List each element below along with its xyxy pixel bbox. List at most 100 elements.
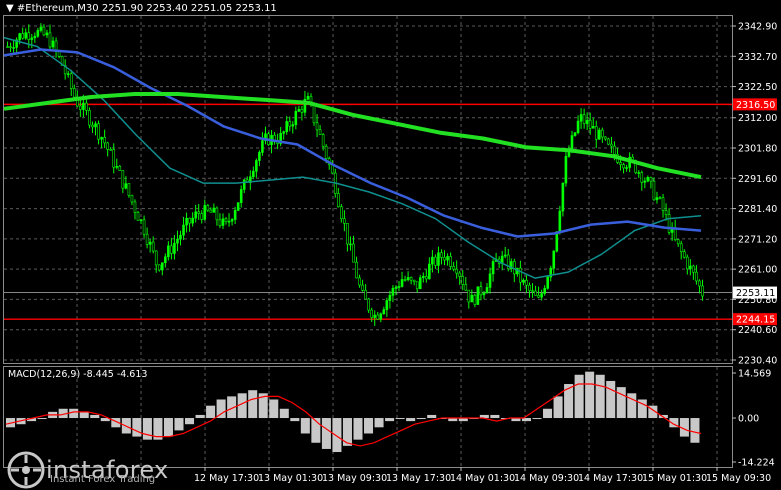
candle-body: [488, 273, 492, 288]
y-tick-label: 2240.60: [738, 325, 777, 336]
candle-body: [242, 179, 246, 190]
candle-body: [306, 96, 310, 100]
candle-body: [82, 102, 85, 110]
candle-body: [127, 183, 131, 196]
candle-body: [443, 257, 446, 261]
candle-body: [470, 294, 474, 303]
candle-body: [546, 276, 550, 289]
candle-body: [607, 138, 610, 145]
dropdown-arrow-icon[interactable]: ▼: [6, 3, 14, 14]
candle-body: [72, 88, 76, 98]
candle-body: [258, 152, 261, 161]
candle-body: [148, 241, 152, 245]
candle-body: [534, 290, 537, 296]
candle-body: [667, 214, 671, 233]
candle-body: [455, 268, 458, 274]
symbol-timeframe: #Ethereum,M30: [16, 3, 99, 14]
candle-body: [540, 293, 543, 298]
candle-body: [297, 109, 301, 112]
macd-histogram-bar: [269, 399, 279, 419]
candle-body: [573, 132, 577, 136]
price-tag-label: 2316.50: [736, 100, 775, 111]
macd-histogram-bar: [395, 418, 405, 420]
candle-body: [479, 286, 483, 296]
candle-body: [476, 286, 480, 305]
macd-histogram-bar: [532, 418, 542, 420]
candle-body: [124, 183, 128, 189]
candle-body: [200, 213, 204, 220]
macd-histogram-bar: [543, 408, 553, 419]
candle-body: [676, 239, 680, 245]
price-chart: 2342.90 2332.70 2322.50 2312.00 2301.80 2291.…: [3, 15, 777, 484]
macd-histogram-bar: [195, 414, 205, 419]
macd-histogram-bar: [290, 418, 300, 422]
candle-body: [215, 207, 219, 221]
candle-body: [473, 294, 477, 305]
macd-histogram-bar: [37, 418, 47, 420]
candle-body: [294, 111, 298, 125]
candle-body: [21, 33, 24, 39]
candle-body: [109, 149, 112, 151]
ohlc-values: 2251.90 2253.40 2251.05 2253.11: [101, 3, 277, 14]
candle-body: [591, 126, 595, 129]
ma-fast-line: [3, 36, 702, 279]
y-tick-label: 2230.40: [738, 356, 777, 367]
macd-histogram-bar: [79, 411, 89, 419]
candle-body: [97, 123, 100, 140]
candle-body: [12, 47, 15, 49]
candle-body: [154, 250, 158, 266]
candle-body: [561, 182, 565, 212]
candle-body: [282, 131, 285, 134]
candle-body: [24, 32, 28, 39]
candle-body: [337, 193, 340, 208]
candle-body: [412, 279, 416, 283]
candle-body: [312, 104, 316, 124]
candle-body: [315, 122, 319, 131]
candle-body: [157, 264, 161, 271]
macd-histogram-bar: [332, 418, 342, 453]
candle-body: [679, 243, 683, 253]
y-tick-label: 2291.60: [738, 174, 777, 185]
candle-body: [39, 26, 43, 31]
candle-body: [686, 256, 689, 270]
y-tick-label: 2342.90: [738, 22, 777, 33]
candle-body: [349, 243, 352, 246]
candle-body: [324, 145, 328, 159]
macd-histogram-bar: [216, 399, 226, 419]
candle-body: [160, 262, 164, 271]
candle-body: [224, 218, 228, 222]
x-tick-label: 14 May 17:30: [578, 473, 643, 484]
y-tick-label: 2332.70: [738, 52, 777, 63]
candle-body: [418, 277, 422, 290]
candle-body: [425, 276, 428, 280]
candle-body: [48, 32, 52, 48]
x-tick-label: 13 May 17:30: [386, 473, 451, 484]
candle-body: [88, 110, 91, 126]
candle-body: [695, 271, 698, 282]
candle-body: [9, 46, 12, 48]
candle-body: [170, 245, 173, 254]
candle-body: [91, 124, 94, 128]
candle-body: [27, 32, 31, 40]
candle-body: [79, 105, 82, 110]
candle-body: [136, 212, 140, 221]
y-tick-label: 2261.00: [738, 265, 777, 276]
candle-body: [601, 129, 604, 138]
candle-body: [133, 201, 137, 213]
candle-body: [33, 35, 37, 39]
candle-body: [379, 313, 383, 320]
candle-body: [543, 288, 546, 294]
candle-body: [579, 114, 583, 122]
candle-body: [376, 314, 380, 320]
candle-body: [288, 121, 292, 127]
candle-body: [646, 177, 650, 182]
candle-body: [661, 197, 665, 211]
candle-body: [164, 256, 167, 264]
candle-body: [191, 217, 194, 224]
candle-body: [449, 256, 452, 267]
macd-histogram-bar: [616, 387, 626, 419]
candle-body: [689, 265, 692, 270]
macd-histogram-bar: [206, 405, 216, 419]
macd-histogram-bar: [574, 374, 584, 419]
candle-body: [194, 211, 197, 219]
